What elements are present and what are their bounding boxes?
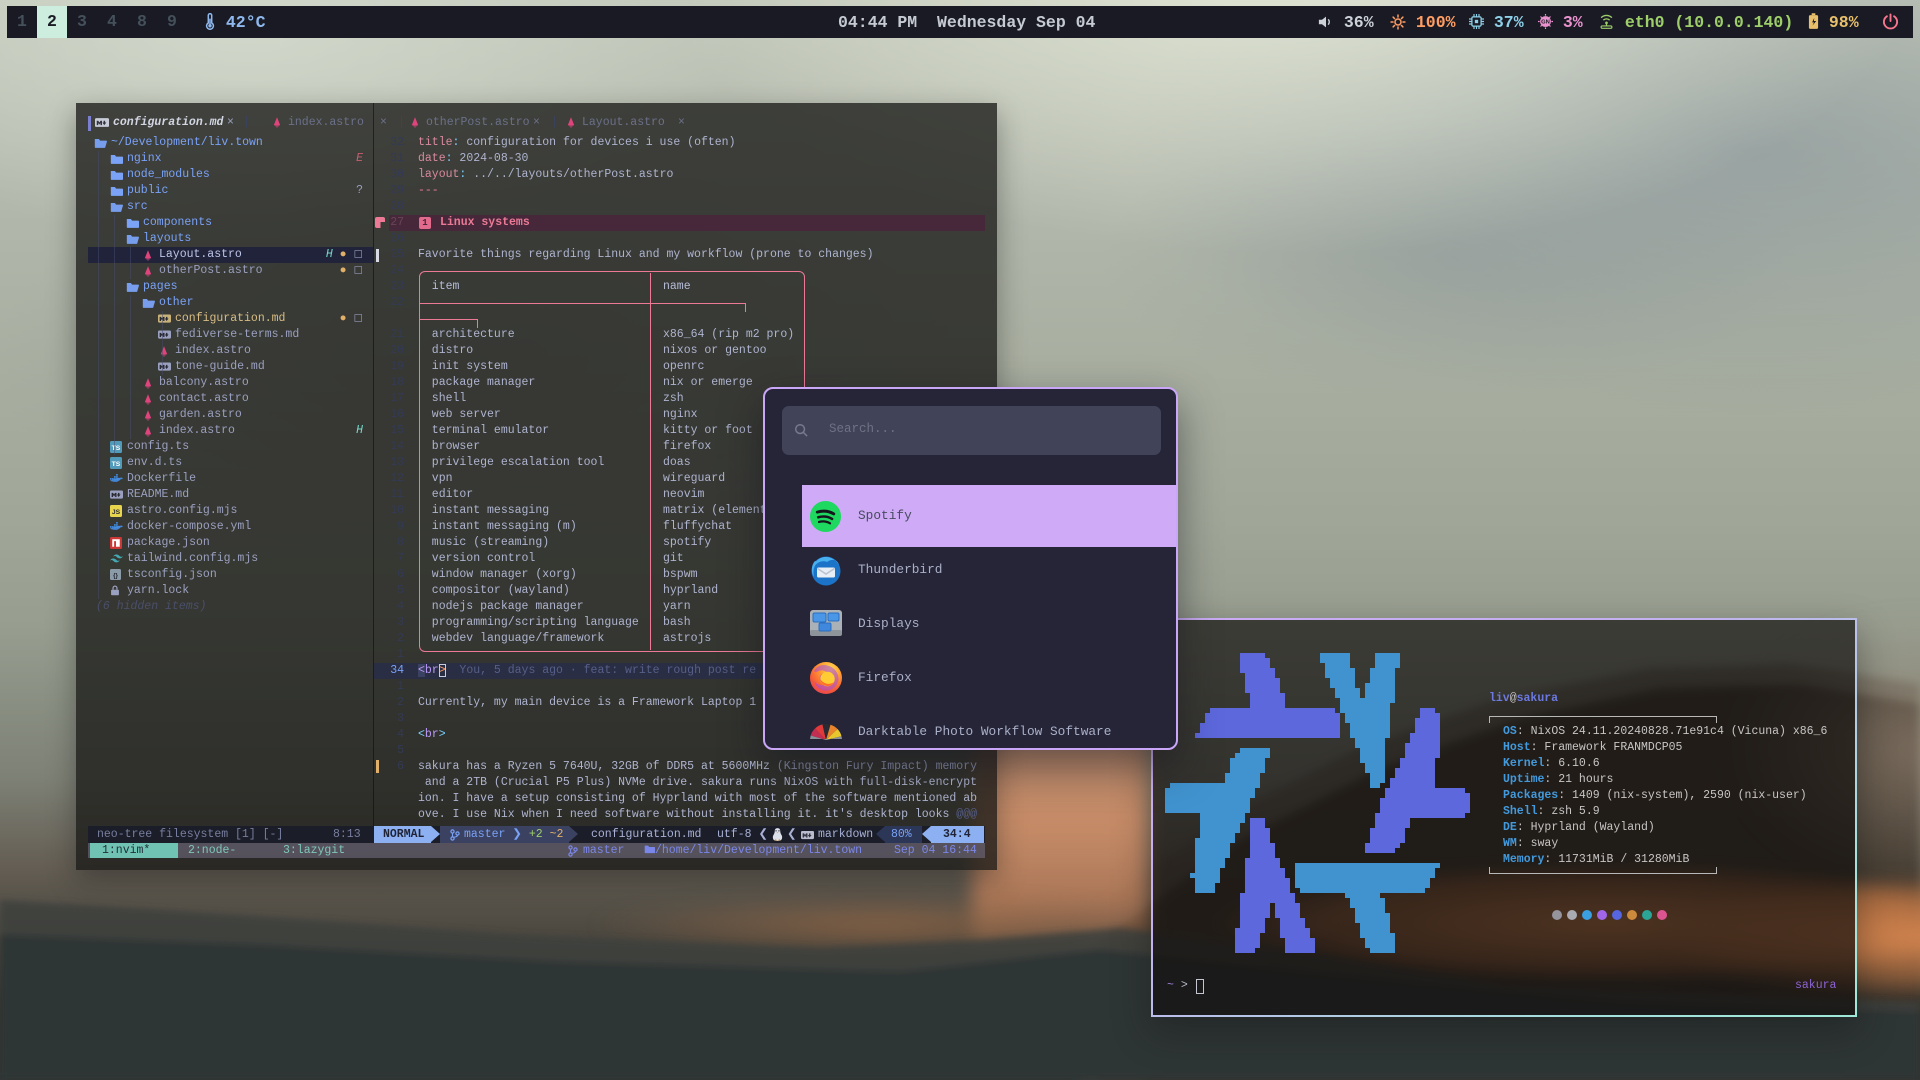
svg-text:JS: JS [112, 509, 121, 516]
svg-text:{}: {} [113, 572, 118, 579]
svg-text:TS: TS [112, 461, 121, 468]
svg-text:GN: GN [1541, 20, 1550, 26]
